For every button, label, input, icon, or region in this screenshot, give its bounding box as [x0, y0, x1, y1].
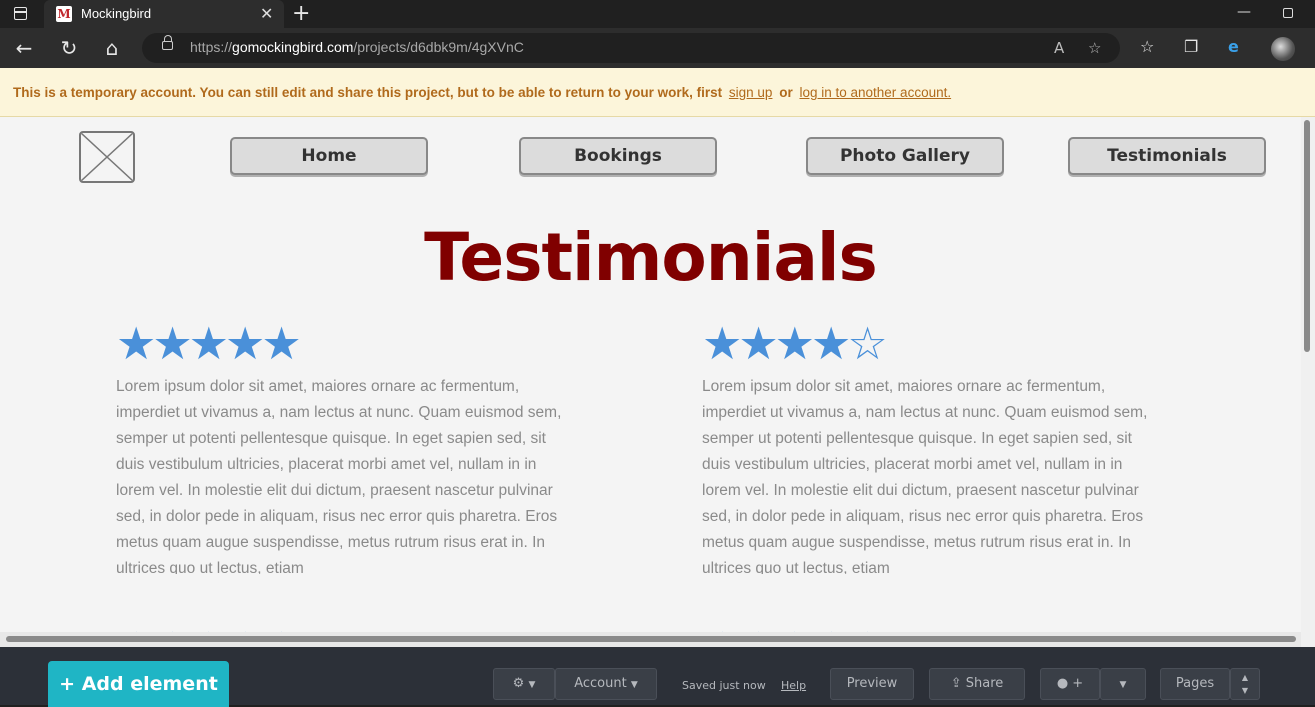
add-favorite-icon[interactable]: ☆ [1088, 39, 1101, 57]
mockingbird-favicon-icon: M [56, 6, 72, 22]
mockup-canvas[interactable]: Home Bookings Photo Gallery Testimonials… [0, 117, 1301, 647]
add-element-button[interactable]: + Add element [48, 661, 229, 707]
image-placeholder-icon [81, 133, 133, 181]
read-aloud-icon[interactable]: A [1054, 39, 1064, 57]
browser-tab[interactable]: M Mockingbird ✕ [44, 0, 284, 28]
nav-button-home[interactable]: Home [230, 137, 428, 175]
nav-button-bookings[interactable]: Bookings [519, 137, 717, 175]
browser-toolbar: ← ↻ ⌂ https://gomockingbird.com/projects… [0, 28, 1315, 68]
restore-window-icon[interactable] [1283, 8, 1293, 18]
horizontal-scroll-thumb[interactable] [6, 636, 1296, 642]
preview-button[interactable]: Preview [830, 668, 914, 700]
editor-bottom-bar: + Add element ⚙ ▼ Account ▼ Saved just n… [0, 647, 1315, 707]
notice-message: This is a temporary account. You can sti… [13, 85, 723, 100]
chevron-down-icon: ▼ [1119, 680, 1127, 690]
chevron-down-icon: ▼ [528, 680, 536, 690]
chevron-down-icon: ▼ [1241, 686, 1249, 695]
page-heading[interactable]: Testimonials [0, 219, 1301, 296]
chevron-up-icon: ▲ [1241, 673, 1249, 682]
new-tab-icon[interactable]: + [292, 1, 310, 26]
signup-link[interactable]: sign up [729, 85, 773, 100]
nav-button-testimonials[interactable]: Testimonials [1068, 137, 1266, 175]
star-rating[interactable]: ★★★★☆ [702, 317, 888, 370]
lock-icon [162, 35, 173, 50]
vertical-scrollbar[interactable] [1301, 117, 1315, 647]
tab-title: Mockingbird [81, 6, 152, 21]
share-icon: ⇪ [950, 676, 962, 691]
back-icon[interactable]: ← [12, 36, 36, 60]
minimize-window-icon[interactable]: — [1237, 4, 1251, 20]
tab-close-icon[interactable]: ✕ [260, 4, 273, 23]
edge-ie-mode-icon[interactable]: e [1228, 37, 1239, 56]
url-text[interactable]: https://gomockingbird.com/projects/d6dbk… [190, 39, 524, 55]
collections-icon[interactable]: ❐ [1184, 37, 1198, 56]
vertical-scroll-thumb[interactable] [1304, 120, 1310, 352]
pages-stepper[interactable]: ▲ ▼ [1230, 668, 1260, 700]
help-link[interactable]: Help [781, 679, 806, 692]
notice-or: or [779, 85, 793, 100]
browser-tab-bar: M Mockingbird ✕ + — [0, 0, 1315, 28]
address-bar[interactable]: https://gomockingbird.com/projects/d6dbk… [142, 33, 1120, 63]
settings-button[interactable]: ⚙ ▼ [493, 668, 555, 700]
temporary-account-notice: This is a temporary account. You can sti… [0, 68, 1315, 117]
comment-icon: ● [1056, 676, 1069, 691]
horizontal-scrollbar[interactable] [0, 632, 1301, 647]
account-label: Account [574, 676, 627, 691]
chevron-down-icon: ▼ [630, 680, 638, 690]
pages-button[interactable]: Pages [1160, 668, 1230, 700]
refresh-icon[interactable]: ↻ [57, 36, 81, 60]
comment-dropdown-button[interactable]: ▼ [1100, 668, 1146, 700]
saved-status: Saved just now [682, 679, 766, 692]
login-link[interactable]: log in to another account. [799, 85, 951, 100]
home-icon[interactable]: ⌂ [100, 36, 124, 60]
testimonial-text[interactable]: Lorem ipsum dolor sit amet, maiores orna… [116, 374, 576, 574]
image-placeholder[interactable] [79, 131, 135, 183]
share-button[interactable]: ⇪ Share [929, 668, 1025, 700]
tab-actions-icon[interactable] [8, 5, 34, 23]
star-rating[interactable]: ★★★★★ [116, 317, 302, 370]
account-button[interactable]: Account ▼ [555, 668, 657, 700]
favorites-icon[interactable]: ☆ [1140, 37, 1154, 56]
profile-avatar[interactable] [1271, 37, 1295, 61]
testimonial-text[interactable]: Lorem ipsum dolor sit amet, maiores orna… [702, 374, 1162, 574]
comment-button[interactable]: ● + [1040, 668, 1100, 700]
gear-icon: ⚙ [512, 676, 525, 691]
nav-button-photo-gallery[interactable]: Photo Gallery [806, 137, 1004, 175]
share-label: Share [965, 676, 1004, 691]
